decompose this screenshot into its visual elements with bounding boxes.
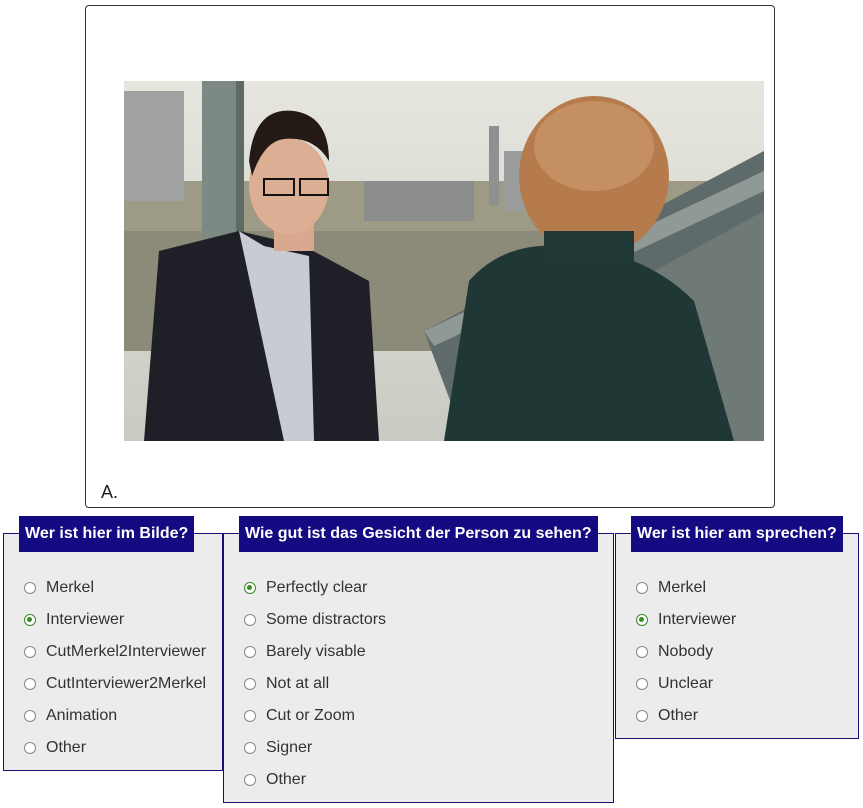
option-label: Cut or Zoom <box>266 707 355 724</box>
video-frame <box>124 81 764 441</box>
option-label: Other <box>266 771 307 788</box>
radio-button[interactable] <box>636 646 648 658</box>
option-label: Merkel <box>658 579 707 596</box>
option-animation[interactable]: Animation <box>24 700 206 732</box>
radio-button[interactable] <box>244 774 256 786</box>
option-interviewer[interactable]: Interviewer <box>636 604 736 636</box>
radio-button[interactable] <box>244 614 256 626</box>
option-some-distractors[interactable]: Some distractors <box>244 604 386 636</box>
image-caption: A. <box>101 482 119 502</box>
radio-button-selected[interactable] <box>244 582 256 594</box>
option-label: Perfectly clear <box>266 579 368 596</box>
radio-group-face-visibility: Perfectly clear Some distractors Barely … <box>244 572 386 796</box>
radio-button[interactable] <box>24 582 36 594</box>
radio-group-who-in-picture: Merkel Interviewer CutMerkel2Interviewer… <box>24 572 206 764</box>
option-label: Merkel <box>46 579 95 596</box>
radio-button[interactable] <box>24 742 36 754</box>
option-other[interactable]: Other <box>244 764 386 796</box>
image-card: A. <box>85 5 775 508</box>
option-label: Not at all <box>266 675 330 692</box>
option-unclear[interactable]: Unclear <box>636 668 736 700</box>
option-other[interactable]: Other <box>636 700 736 732</box>
option-perfectly-clear[interactable]: Perfectly clear <box>244 572 386 604</box>
option-not-at-all[interactable]: Not at all <box>244 668 386 700</box>
option-label: Barely visable <box>266 643 366 660</box>
radio-button[interactable] <box>636 678 648 690</box>
option-signer[interactable]: Signer <box>244 732 386 764</box>
option-label: Other <box>46 739 87 756</box>
panel-who-speaking: Wer ist hier am sprechen? Merkel Intervi… <box>615 516 859 739</box>
radio-button-selected[interactable] <box>636 614 648 626</box>
option-label: Other <box>658 707 699 724</box>
option-label: Signer <box>266 739 313 756</box>
radio-button[interactable] <box>244 678 256 690</box>
option-cutmerkel2interviewer[interactable]: CutMerkel2Interviewer <box>24 636 206 668</box>
option-other[interactable]: Other <box>24 732 206 764</box>
option-label: Unclear <box>658 675 714 692</box>
option-nobody[interactable]: Nobody <box>636 636 736 668</box>
radio-button[interactable] <box>24 710 36 722</box>
option-barely-visable[interactable]: Barely visable <box>244 636 386 668</box>
panel-title: Wer ist hier am sprechen? <box>631 516 843 552</box>
panel-face-visibility: Wie gut ist das Gesicht der Person zu se… <box>223 516 614 803</box>
option-label: Nobody <box>658 643 714 660</box>
radio-button[interactable] <box>636 582 648 594</box>
option-label: Some distractors <box>266 611 387 628</box>
option-label: Animation <box>46 707 118 724</box>
option-label: Interviewer <box>658 611 737 628</box>
radio-button-selected[interactable] <box>24 614 36 626</box>
radio-button[interactable] <box>244 646 256 658</box>
panel-who-in-picture: Wer ist hier im Bilde? Merkel Interviewe… <box>3 516 223 771</box>
option-cutinterviewer2merkel[interactable]: CutInterviewer2Merkel <box>24 668 206 700</box>
radio-group-who-speaking: Merkel Interviewer Nobody Unclear Other <box>636 572 736 732</box>
radio-button[interactable] <box>24 678 36 690</box>
option-merkel[interactable]: Merkel <box>636 572 736 604</box>
radio-button[interactable] <box>636 710 648 722</box>
option-label: CutMerkel2Interviewer <box>46 643 207 660</box>
option-interviewer[interactable]: Interviewer <box>24 604 206 636</box>
radio-button[interactable] <box>244 742 256 754</box>
option-merkel[interactable]: Merkel <box>24 572 206 604</box>
option-cut-or-zoom[interactable]: Cut or Zoom <box>244 700 386 732</box>
interview-scene-image <box>124 81 764 441</box>
radio-button[interactable] <box>244 710 256 722</box>
panel-title: Wer ist hier im Bilde? <box>19 516 195 552</box>
option-label: Interviewer <box>46 611 125 628</box>
option-label: CutInterviewer2Merkel <box>46 675 207 692</box>
radio-button[interactable] <box>24 646 36 658</box>
panel-title: Wie gut ist das Gesicht der Person zu se… <box>239 516 598 552</box>
